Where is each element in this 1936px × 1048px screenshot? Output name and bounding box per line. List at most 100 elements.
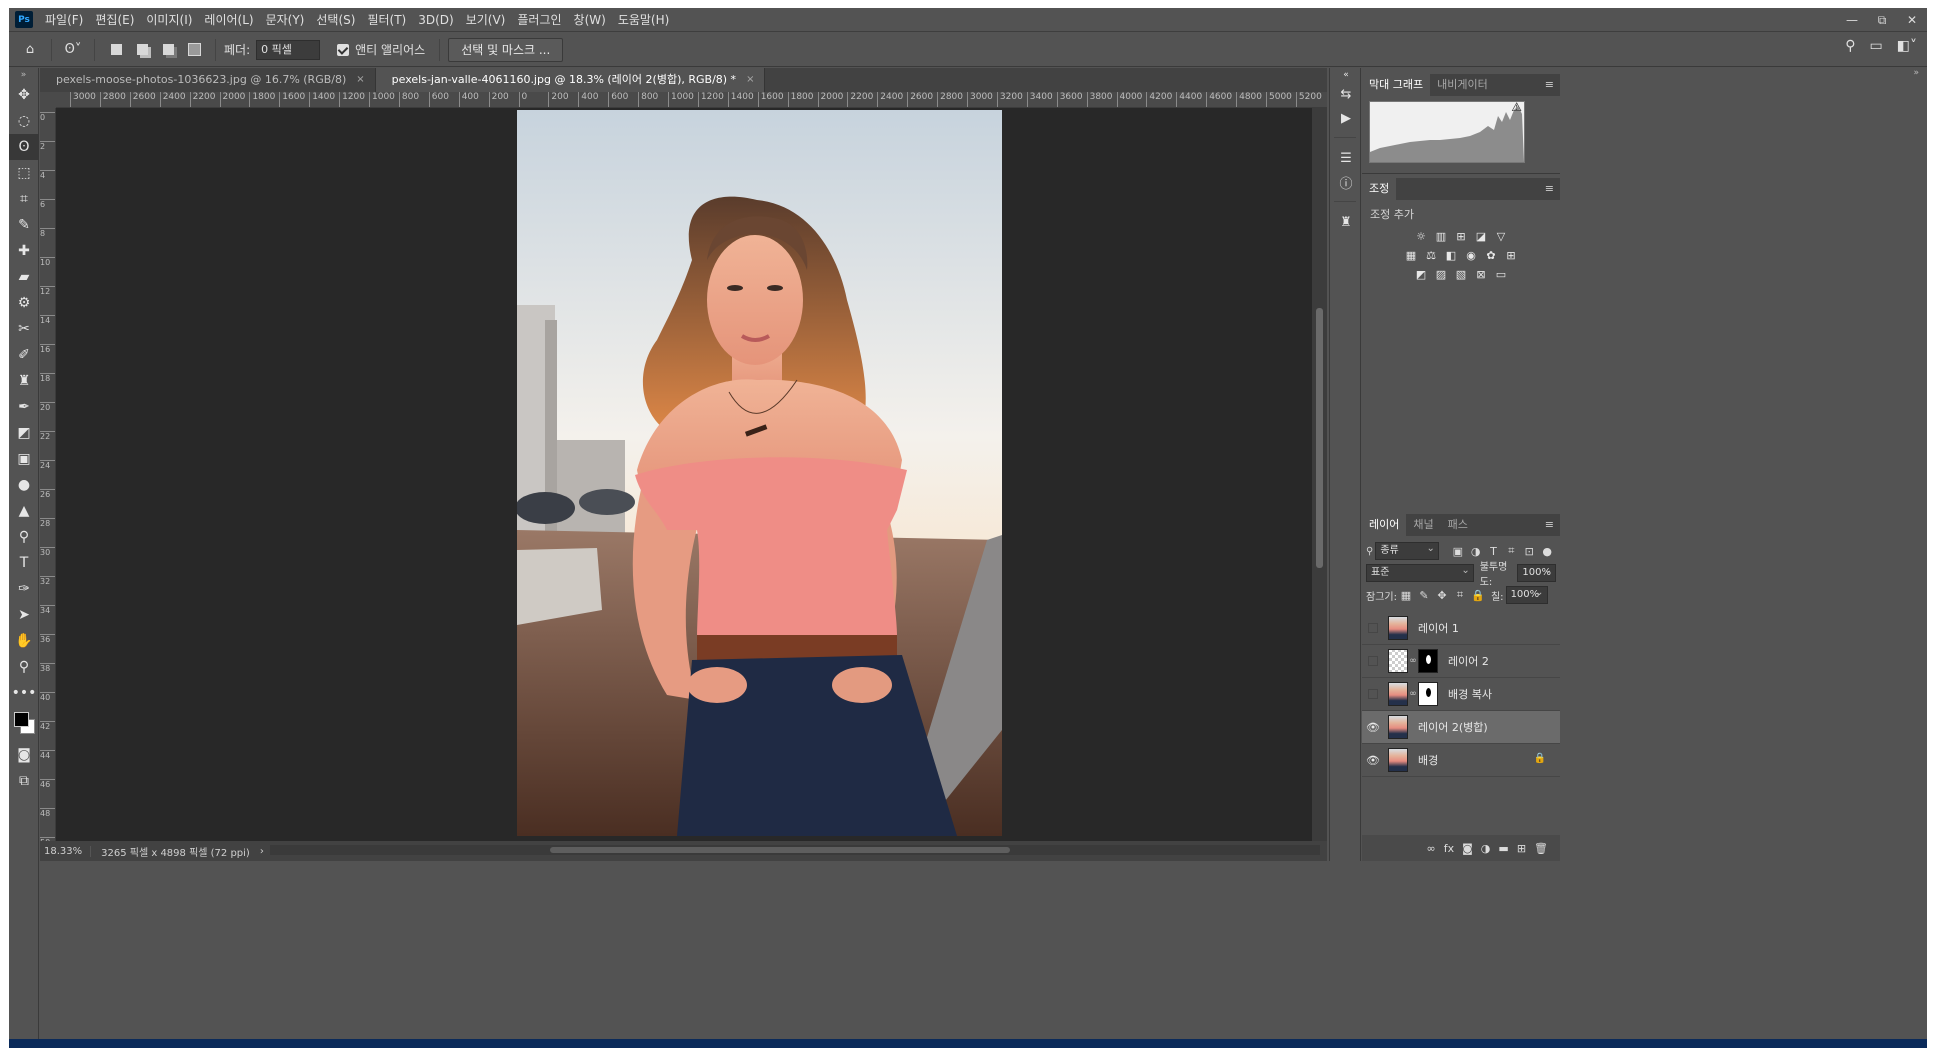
clone-stamp-tool-icon[interactable]: ♜ [9,368,39,394]
visibility-toggle[interactable] [1362,623,1384,633]
tab-close-icon[interactable]: × [746,68,754,92]
exposure-icon[interactable]: ◪ [1475,230,1488,243]
menu-plugins[interactable]: 플러그인 [511,8,567,32]
lock-artboard-icon[interactable]: ⌗ [1451,588,1469,602]
tab-channels[interactable]: 채널 [1406,514,1440,536]
levels-icon[interactable]: ▥ [1435,230,1448,243]
menu-window[interactable]: 창(W) [568,8,612,32]
tab-layers[interactable]: 레이어 [1362,514,1407,536]
brush-tool-icon[interactable]: ✐ [9,342,39,368]
color-balance-icon[interactable]: ⚖ [1425,249,1438,262]
tab-adjustments[interactable]: 조정 [1362,178,1397,200]
eye-icon[interactable]: 👁 [1362,754,1384,767]
layer-row[interactable]: 레이어 1 [1362,612,1560,645]
vibrance-icon[interactable]: ▽ [1495,230,1508,243]
restore-button[interactable]: ⧉ [1867,8,1897,32]
horizontal-scrollbar[interactable] [270,845,1320,855]
color-lookup-icon[interactable]: ⊞ [1505,249,1518,262]
layer-mask-thumbnail[interactable] [1418,649,1438,673]
actions-panel-icon[interactable]: ▶ [1330,106,1362,130]
menu-edit[interactable]: 편집(E) [89,8,140,32]
gradient-map-icon[interactable]: ▭ [1495,268,1508,281]
horizontal-ruler[interactable]: 3000 2800 2600 2400 2200 2000 1800 1600 1400 1200… [56,92,1327,108]
layer-row-selected[interactable]: 👁 레이어 2(병합) [1362,711,1560,744]
layer-row[interactable]: ∞ 배경 복사 [1362,678,1560,711]
spot-healing-tool-icon[interactable]: ✚ [9,238,39,264]
delete-layer-icon[interactable]: 🗑 [1534,842,1548,855]
content-aware-tool-icon[interactable]: ⚙ [9,290,39,316]
zoom-level[interactable]: 18.33% [40,845,92,857]
threshold-icon[interactable]: ▧ [1455,268,1468,281]
filter-kind-select[interactable]: 종류 [1375,541,1439,560]
move-tool-icon[interactable]: ✥ [9,82,39,108]
curves-icon[interactable]: ⊞ [1455,230,1468,243]
status-menu-arrow-icon[interactable]: › [260,846,264,857]
add-selection-icon[interactable] [133,41,151,59]
menu-view[interactable]: 보기(V) [460,8,512,32]
sharpen-tool-icon[interactable]: ▲ [9,498,39,524]
transform-tool-icon[interactable]: ✂ [9,316,39,342]
selective-color-icon[interactable]: ⊠ [1475,268,1488,281]
posterize-icon[interactable]: ▨ [1435,268,1448,281]
tab-jan-valle[interactable]: pexels-jan-valle-4061160.jpg @ 18.3% (레이… [375,68,766,92]
mask-link-icon[interactable]: ∞ [1408,656,1418,666]
intersect-selection-icon[interactable] [185,41,203,59]
tab-histogram[interactable]: 막대 그래프 [1362,74,1431,96]
new-group-icon[interactable]: ▬ [1498,842,1508,855]
lock-image-icon[interactable]: ✎ [1415,589,1433,602]
vertical-ruler[interactable]: 0 2 4 6 8 10 12 14 16 18 20 22 24 26 28 30 32 34 36 38 40 42 4… [40,108,56,841]
workspace-icon[interactable]: ▭ [1870,38,1883,54]
select-and-mask-button[interactable]: 선택 및 마스크 ... [448,37,564,62]
hue-saturation-icon[interactable]: ▦ [1405,249,1418,262]
screen-mode-icon[interactable]: ⧉ [9,768,39,794]
collapse-dock-icon[interactable]: « [1330,68,1362,82]
black-white-icon[interactable]: ◧ [1445,249,1458,262]
filter-adjustment-icon[interactable]: ◑ [1467,545,1485,558]
menu-help[interactable]: 도움말(H) [612,8,676,32]
visibility-toggle[interactable] [1362,656,1384,666]
gradient-tool-icon[interactable]: ▣ [9,446,39,472]
minimize-button[interactable]: — [1837,8,1867,32]
new-selection-icon[interactable] [107,41,125,59]
menu-layer[interactable]: 레이어(L) [198,8,259,32]
layer-style-icon[interactable]: fx [1444,842,1454,855]
menu-image[interactable]: 이미지(I) [140,8,198,32]
filter-shape-icon[interactable]: ⌗ [1502,544,1520,558]
document-image[interactable] [517,110,1002,836]
vertical-scrollbar[interactable] [1312,108,1327,841]
panel-menu-icon[interactable]: ≡ [1545,518,1554,531]
clone-source-panel-icon[interactable]: ♜ [1330,210,1362,234]
lock-position-icon[interactable]: ✥ [1433,589,1451,602]
tab-paths[interactable]: 패스 [1441,514,1475,536]
filter-smart-object-icon[interactable]: ⊡ [1520,545,1538,558]
panel-menu-icon[interactable]: ≡ [1545,78,1554,91]
new-adjustment-layer-icon[interactable]: ◑ [1481,842,1491,855]
fill-input[interactable]: 100% [1505,585,1548,604]
menu-file[interactable]: 파일(F) [39,8,89,32]
color-swatches[interactable] [9,706,39,742]
layer-mask-thumbnail[interactable] [1418,682,1438,706]
photo-filter-icon[interactable]: ◉ [1465,249,1478,262]
feather-input[interactable]: 0 픽셀 [256,39,321,60]
pen-tool-icon[interactable]: ✑ [9,576,39,602]
properties-panel-icon[interactable]: ☰ [1330,146,1362,170]
canvas-area[interactable] [56,108,1312,841]
healing-brush-tool-icon[interactable]: ▰ [9,264,39,290]
menu-filter[interactable]: 필터(T) [361,8,412,32]
foreground-color-swatch[interactable] [14,712,29,727]
path-selection-tool-icon[interactable]: ➤ [9,602,39,628]
filter-pixel-icon[interactable]: ▣ [1449,545,1467,558]
lasso-tool-icon[interactable]: ʘ [9,134,39,160]
eyedropper-tool-icon[interactable]: ✎ [9,212,39,238]
link-layers-icon[interactable]: ∞ [1427,842,1436,855]
history-brush-tool-icon[interactable]: ✒ [9,394,39,420]
visibility-toggle[interactable] [1362,689,1384,699]
lasso-tool-preset-icon[interactable]: ʘ˅ [62,38,84,62]
marquee-tool-icon[interactable]: ◌ [9,108,39,134]
invert-icon[interactable]: ◩ [1415,268,1428,281]
layer-row[interactable]: 👁 배경 🔒 [1362,744,1560,777]
brightness-icon[interactable]: ☼ [1415,230,1428,243]
tab-moose-photos[interactable]: pexels-moose-photos-1036623.jpg @ 16.7% … [40,68,376,92]
subtract-selection-icon[interactable] [159,41,177,59]
crop-tool-icon[interactable]: ⌗ [9,186,39,212]
